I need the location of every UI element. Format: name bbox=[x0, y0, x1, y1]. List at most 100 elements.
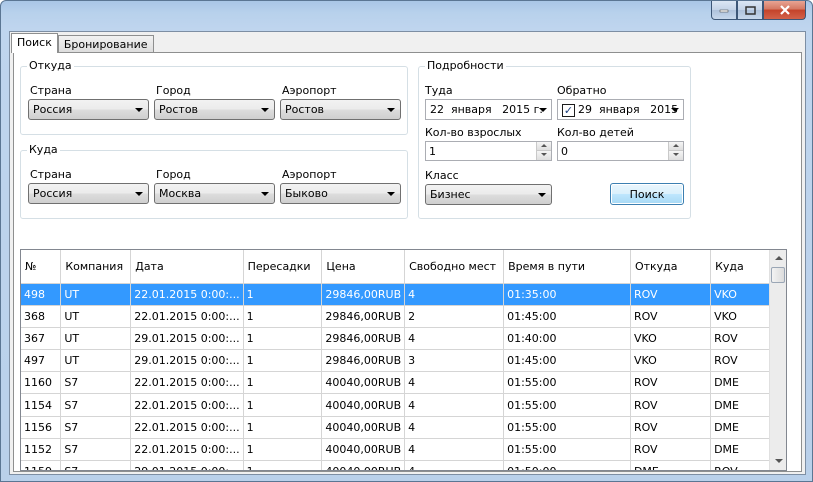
cell-price[interactable]: 40040,00RUB bbox=[321, 438, 406, 462]
cell-travel-time[interactable]: 01:55:00 bbox=[503, 393, 631, 417]
column-header-free-seats[interactable]: Свободно мест bbox=[404, 250, 505, 284]
cell-price[interactable]: 40040,00RUB bbox=[321, 416, 406, 439]
cell-free-seats[interactable]: 4 bbox=[404, 460, 505, 470]
from-airport-select[interactable]: Ростов bbox=[280, 99, 401, 120]
to-city-select[interactable]: Москва bbox=[154, 183, 275, 204]
cell-company[interactable]: S7 bbox=[60, 460, 132, 470]
vertical-scrollbar[interactable] bbox=[769, 250, 786, 470]
adults-stepper[interactable]: 1 bbox=[425, 141, 552, 161]
scroll-down-icon[interactable] bbox=[770, 453, 786, 470]
cell-from[interactable]: VKO bbox=[630, 349, 712, 373]
cell-transfers[interactable]: 1 bbox=[243, 283, 323, 306]
cell-free-seats[interactable]: 4 bbox=[404, 438, 505, 462]
cell-travel-time[interactable]: 01:35:00 bbox=[503, 283, 631, 306]
stepper-down-icon[interactable] bbox=[669, 151, 683, 160]
cell-transfers[interactable]: 1 bbox=[243, 305, 323, 328]
stepper-up-icon[interactable] bbox=[537, 142, 551, 151]
cell-company[interactable]: UT bbox=[60, 305, 132, 328]
column-header-price[interactable]: Цена bbox=[321, 250, 406, 284]
from-country-select[interactable]: Россия bbox=[28, 99, 149, 120]
cell-transfers[interactable]: 1 bbox=[243, 393, 323, 417]
table-row[interactable]: 1152 S7 22.01.2015 0:00:... 1 40040,00RUB 4 01… bbox=[21, 438, 786, 462]
cell-company[interactable]: S7 bbox=[60, 371, 132, 395]
cell-number[interactable]: 498 bbox=[21, 283, 62, 306]
table-row[interactable]: 497 UT 29.01.2015 0:00:... 1 29846,00RUB 3 01:… bbox=[21, 349, 786, 373]
table-row[interactable]: 368 UT 22.01.2015 0:00:... 1 29846,00RUB 2 01:… bbox=[21, 305, 786, 328]
cell-date[interactable]: 22.01.2015 0:00:... bbox=[130, 371, 244, 395]
cell-company[interactable]: UT bbox=[60, 327, 132, 351]
cell-date[interactable]: 22.01.2015 0:00:... bbox=[130, 305, 244, 328]
cell-number[interactable]: 367 bbox=[21, 327, 62, 351]
column-header-date[interactable]: Дата bbox=[130, 250, 244, 284]
cell-transfers[interactable]: 1 bbox=[243, 460, 323, 470]
cell-date[interactable]: 22.01.2015 0:00:... bbox=[130, 283, 244, 306]
cell-from[interactable]: ROV bbox=[630, 305, 712, 328]
stepper-down-icon[interactable] bbox=[537, 151, 551, 160]
class-select[interactable]: Бизнес bbox=[425, 184, 552, 205]
cell-from[interactable]: ROV bbox=[630, 393, 712, 417]
cell-number[interactable]: 1159 bbox=[21, 460, 62, 470]
table-row[interactable]: 1160 S7 22.01.2015 0:00:... 1 40040,00RUB 4 01… bbox=[21, 371, 786, 395]
cell-from[interactable]: ROV bbox=[630, 438, 712, 462]
cell-company[interactable]: S7 bbox=[60, 416, 132, 439]
cell-travel-time[interactable]: 01:55:00 bbox=[503, 371, 631, 395]
tab-search[interactable]: Поиск bbox=[11, 33, 58, 53]
cell-date[interactable]: 22.01.2015 0:00:... bbox=[130, 393, 244, 417]
cell-date[interactable]: 29.01.2015 0:00:... bbox=[130, 349, 244, 373]
stepper-up-icon[interactable] bbox=[669, 142, 683, 151]
cell-number[interactable]: 1156 bbox=[21, 416, 62, 439]
table-row[interactable]: 367 UT 29.01.2015 0:00:... 1 29846,00RUB 4 01:… bbox=[21, 327, 786, 351]
cell-transfers[interactable]: 1 bbox=[243, 349, 323, 373]
results-grid[interactable]: № Компания Дата Пересадки Цена Свободно … bbox=[20, 249, 787, 471]
cell-travel-time[interactable]: 01:45:00 bbox=[503, 349, 631, 373]
scroll-up-icon[interactable] bbox=[770, 250, 786, 267]
return-enabled-checkbox[interactable]: ✓ bbox=[562, 104, 575, 117]
cell-travel-time[interactable]: 01:40:00 bbox=[503, 327, 631, 351]
cell-date[interactable]: 29.01.2015 0:00:... bbox=[130, 460, 244, 470]
table-row[interactable]: 1159S729.01.2015 0:00:...140040,00RUB401… bbox=[21, 460, 786, 470]
cell-date[interactable]: 22.01.2015 0:00:... bbox=[130, 438, 244, 462]
tab-booking[interactable]: Бронирование bbox=[57, 35, 154, 53]
cell-transfers[interactable]: 1 bbox=[243, 371, 323, 395]
column-header-number[interactable]: № bbox=[21, 250, 62, 284]
cell-from[interactable]: ROV bbox=[630, 283, 712, 306]
table-row[interactable]: 498 UT 22.01.2015 0:00:... 1 29846,00RUB 4 01:… bbox=[21, 283, 786, 306]
cell-from[interactable]: VKO bbox=[630, 327, 712, 351]
cell-free-seats[interactable]: 3 bbox=[404, 349, 505, 373]
cell-free-seats[interactable]: 2 bbox=[404, 305, 505, 328]
cell-free-seats[interactable]: 4 bbox=[404, 393, 505, 417]
cell-free-seats[interactable]: 4 bbox=[404, 416, 505, 439]
cell-price[interactable]: 29846,00RUB bbox=[321, 305, 406, 328]
column-header-transfers[interactable]: Пересадки bbox=[243, 250, 323, 284]
from-city-select[interactable]: Ростов bbox=[154, 99, 275, 120]
cell-transfers[interactable]: 1 bbox=[243, 416, 323, 439]
cell-price[interactable]: 29846,00RUB bbox=[321, 349, 406, 373]
cell-number[interactable]: 368 bbox=[21, 305, 62, 328]
search-button[interactable]: Поиск bbox=[610, 183, 684, 205]
cell-travel-time[interactable]: 01:55:00 bbox=[503, 438, 631, 462]
cell-transfers[interactable]: 1 bbox=[243, 327, 323, 351]
cell-free-seats[interactable]: 4 bbox=[404, 371, 505, 395]
cell-transfers[interactable]: 1 bbox=[243, 438, 323, 462]
to-country-select[interactable]: Россия bbox=[28, 183, 149, 204]
children-stepper[interactable]: 0 bbox=[557, 141, 684, 161]
table-row[interactable]: 1154 S7 22.01.2015 0:00:... 1 40040,00RUB 4 01… bbox=[21, 393, 786, 417]
cell-number[interactable]: 1152 bbox=[21, 438, 62, 462]
cell-price[interactable]: 40040,00RUB bbox=[321, 371, 406, 395]
cell-from[interactable]: ROV bbox=[630, 416, 712, 439]
depart-date-picker[interactable]: 22 января 2015 г. bbox=[425, 99, 552, 120]
maximize-icon[interactable] bbox=[737, 1, 763, 20]
table-row[interactable]: 1156 S7 22.01.2015 0:00:... 1 40040,00RUB 4 01… bbox=[21, 416, 786, 439]
cell-from[interactable]: DME bbox=[630, 460, 712, 470]
return-date-picker[interactable]: ✓ 29 января 2015 bbox=[557, 99, 684, 120]
to-airport-select[interactable]: Быково bbox=[280, 183, 401, 204]
cell-free-seats[interactable]: 4 bbox=[404, 327, 505, 351]
cell-price[interactable]: 29846,00RUB bbox=[321, 283, 406, 306]
cell-travel-time[interactable]: 01:45:00 bbox=[503, 305, 631, 328]
cell-from[interactable]: ROV bbox=[630, 371, 712, 395]
close-icon[interactable] bbox=[763, 1, 806, 20]
column-header-company[interactable]: Компания bbox=[60, 250, 132, 284]
column-header-travel-time[interactable]: Время в пути bbox=[503, 250, 631, 284]
cell-number[interactable]: 1160 bbox=[21, 371, 62, 395]
cell-travel-time[interactable]: 01:50:00 bbox=[503, 460, 631, 470]
